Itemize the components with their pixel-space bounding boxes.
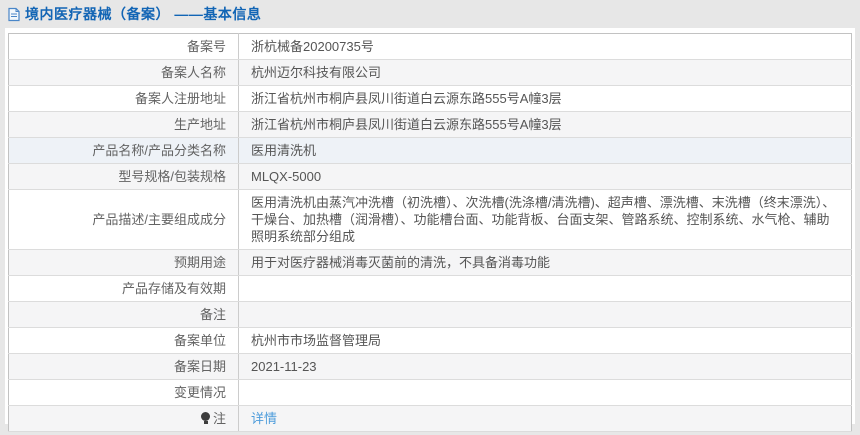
details-link[interactable]: 详情 xyxy=(251,411,277,426)
row-value: 杭州迈尔科技有限公司 xyxy=(238,59,852,86)
row-label: 产品名称/产品分类名称 xyxy=(8,137,239,164)
row-label: 产品描述/主要组成成分 xyxy=(8,189,239,250)
row-value xyxy=(238,301,852,328)
row-label-text: 产品描述/主要组成成分 xyxy=(92,212,226,227)
row-label-text: 备案人名称 xyxy=(160,65,226,80)
content-area: 备案号 浙杭械备20200735号 备案人名称 杭州迈尔科技有限公司 备案人注册地址 浙江… xyxy=(5,28,855,432)
row-label-text: 型号规格/包装规格 xyxy=(118,169,226,184)
row-label-text: 备注 xyxy=(199,307,226,322)
table-row: 型号规格/包装规格 MLQX-5000 xyxy=(8,163,852,190)
row-value xyxy=(238,379,852,406)
row-value-text: 杭州迈尔科技有限公司 xyxy=(251,65,382,80)
row-value: 2021-11-23 xyxy=(238,353,852,380)
table-row: 变更情况 xyxy=(8,379,852,406)
row-label: 型号规格/包装规格 xyxy=(8,163,239,190)
page-header: 境内医疗器械（备案） ——基本信息 xyxy=(0,0,860,28)
row-label-text: 备案单位 xyxy=(173,333,226,348)
row-label: 变更情况 xyxy=(8,379,239,406)
row-value: 浙江省杭州市桐庐县凤川街道白云源东路555号A幢3层 xyxy=(238,111,852,138)
row-value: 医用清洗机由蒸汽冲洗槽（初洗槽）、次洗槽(洗涤槽/清洗槽)、超声槽、漂洗槽、末洗… xyxy=(238,189,852,250)
row-value: 浙杭械备20200735号 xyxy=(238,33,852,60)
row-label: 生产地址 xyxy=(8,111,239,138)
row-label: 备注 xyxy=(8,301,239,328)
row-label: 备案人名称 xyxy=(8,59,239,86)
table-row: 备案人注册地址 浙江省杭州市桐庐县凤川街道白云源东路555号A幢3层 xyxy=(8,85,852,112)
row-label-text: 备案号 xyxy=(186,39,226,54)
row-label-text: 产品存储及有效期 xyxy=(121,281,226,296)
row-label: 备案日期 xyxy=(8,353,239,380)
row-value-text: MLQX-5000 xyxy=(251,169,322,184)
page-title: 境内医疗器械（备案） ——基本信息 xyxy=(25,6,262,22)
table-row: 产品存储及有效期 xyxy=(8,275,852,302)
row-value-text: 医用清洗机由蒸汽冲洗槽（初洗槽）、次洗槽(洗涤槽/清洗槽)、超声槽、漂洗槽、末洗… xyxy=(251,195,836,244)
table-row: 生产地址 浙江省杭州市桐庐县凤川街道白云源东路555号A幢3层 xyxy=(8,111,852,138)
row-label-text: 备案人注册地址 xyxy=(134,91,226,106)
row-value-text: 用于对医疗器械消毒灭菌前的清洗，不具备消毒功能 xyxy=(251,255,551,270)
row-label: 产品存储及有效期 xyxy=(8,275,239,302)
table-row: 产品描述/主要组成成分 医用清洗机由蒸汽冲洗槽（初洗槽）、次洗槽(洗涤槽/清洗槽)… xyxy=(8,189,852,250)
row-value: 医用清洗机 xyxy=(238,137,852,164)
row-value-text: 浙江省杭州市桐庐县凤川街道白云源东路555号A幢3层 xyxy=(251,117,562,132)
table-row: 备案日期 2021-11-23 xyxy=(8,353,852,380)
row-label: 注 xyxy=(8,405,239,432)
row-label-text: 注 xyxy=(212,411,226,426)
row-value-text: 2021-11-23 xyxy=(251,359,317,374)
row-label: 备案人注册地址 xyxy=(8,85,239,112)
table-row: 备案人名称 杭州迈尔科技有限公司 xyxy=(8,59,852,86)
row-value: 详情 xyxy=(238,405,852,432)
row-value xyxy=(238,275,852,302)
info-table-body: 备案号 浙杭械备20200735号 备案人名称 杭州迈尔科技有限公司 备案人注册地址 浙江… xyxy=(8,33,852,432)
row-value: 用于对医疗器械消毒灭菌前的清洗，不具备消毒功能 xyxy=(238,249,852,276)
bulb-icon xyxy=(200,412,210,424)
row-value-text: 杭州市市场监督管理局 xyxy=(251,333,382,348)
table-row: 注 详情 xyxy=(8,405,852,432)
table-row: 备案号 浙杭械备20200735号 xyxy=(8,33,852,60)
row-value: MLQX-5000 xyxy=(238,163,852,190)
row-label-text: 生产地址 xyxy=(173,117,226,132)
row-label: 备案单位 xyxy=(8,327,239,354)
row-label-text: 备案日期 xyxy=(173,359,226,374)
row-value-text: 浙杭械备20200735号 xyxy=(251,39,374,54)
row-label-text: 预期用途 xyxy=(173,255,226,270)
row-value: 杭州市市场监督管理局 xyxy=(238,327,852,354)
table-row: 产品名称/产品分类名称 医用清洗机 xyxy=(8,137,852,164)
row-label-text: 产品名称/产品分类名称 xyxy=(92,143,226,158)
document-icon xyxy=(7,7,21,22)
row-label-text: 变更情况 xyxy=(173,385,226,400)
row-value: 浙江省杭州市桐庐县凤川街道白云源东路555号A幢3层 xyxy=(238,85,852,112)
info-table: 备案号 浙杭械备20200735号 备案人名称 杭州迈尔科技有限公司 备案人注册地址 浙江… xyxy=(8,33,852,432)
table-row: 备案单位 杭州市市场监督管理局 xyxy=(8,327,852,354)
row-value-text: 浙江省杭州市桐庐县凤川街道白云源东路555号A幢3层 xyxy=(251,91,562,106)
row-label: 预期用途 xyxy=(8,249,239,276)
table-row: 备注 xyxy=(8,301,852,328)
row-value-text: 医用清洗机 xyxy=(251,143,317,158)
table-row: 预期用途 用于对医疗器械消毒灭菌前的清洗，不具备消毒功能 xyxy=(8,249,852,276)
row-label: 备案号 xyxy=(8,33,239,60)
